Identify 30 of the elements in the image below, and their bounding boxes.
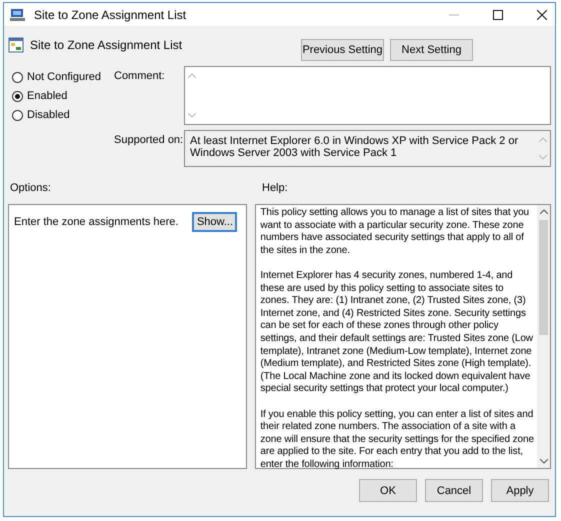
maximize-icon[interactable] [493, 10, 503, 20]
scroll-down-icon[interactable] [540, 459, 548, 464]
scrollbar-thumb[interactable] [539, 220, 548, 335]
comment-label: Comment: [114, 69, 166, 84]
radio-button[interactable] [12, 110, 23, 120]
options-text: Enter the zone assignments here. [14, 216, 178, 228]
radio-label[interactable]: Enabled [27, 90, 68, 102]
setting-title: Site to Zone Assignment List [30, 38, 182, 52]
help-paragraph: This policy setting allows you to manage a list of sites that you want to associate with a particular security zone. These zone numbers have associated security settings that apply to all of the sites in the zone. [260, 207, 530, 258]
show-button[interactable]: Show... [192, 212, 238, 232]
window-title: Site to Zone Assignment List [34, 8, 186, 22]
dialog-button[interactable]: Apply [491, 479, 549, 502]
nav-button[interactable]: Previous Setting [301, 39, 384, 61]
radio-label[interactable]: Disabled [27, 109, 70, 121]
options-label: Options: [9, 182, 52, 196]
supported-on-label: Supported on: [114, 133, 184, 148]
supported-on-text: At least Internet Explorer 6.0 in Windows XP with Service Pack 2 or Windows Server 2003 with Service Pack 1 [189, 134, 520, 161]
policy-icon [8, 37, 24, 53]
help-label: Help: [262, 182, 288, 196]
radio-button[interactable] [12, 72, 23, 82]
dialog-button[interactable]: Cancel [425, 479, 483, 502]
help-paragraph: If you enable this policy setting, you can enter a list of sites and their related zone numbers. The association of a site with a zone will ensure that the security settings for the specified zone are applied to the site. For each entry that you add to the list, enter the following information: [260, 408, 534, 472]
radio-label[interactable]: Not Configured [27, 71, 101, 83]
scroll-up-icon[interactable] [540, 209, 548, 214]
help-paragraph: Internet Explorer has 4 security zones, numbered 1-4, and these are used by this policy setting to associate sites to zones. They are: (1) Intranet zone, (2) Trusted Sites zone, (3) Internet zone, and (4) Restricted Sites zone. Security settings can be set for each of these zones through other policy settings, and their default settings are: Trusted Sites zone (Low template), Intranet zone (Medium-Low template), Internet zone (Medium template), and Restricted Sites zone (High template). (The Local Machine zone and its locked down equivalent have special security settings that protect your local computer.) [260, 270, 534, 396]
nav-button[interactable]: Next Setting [390, 39, 473, 61]
close-icon[interactable] [537, 10, 547, 20]
dialog-button[interactable]: OK [359, 479, 417, 502]
computer-icon [10, 8, 26, 22]
radio-button[interactable] [12, 90, 23, 102]
